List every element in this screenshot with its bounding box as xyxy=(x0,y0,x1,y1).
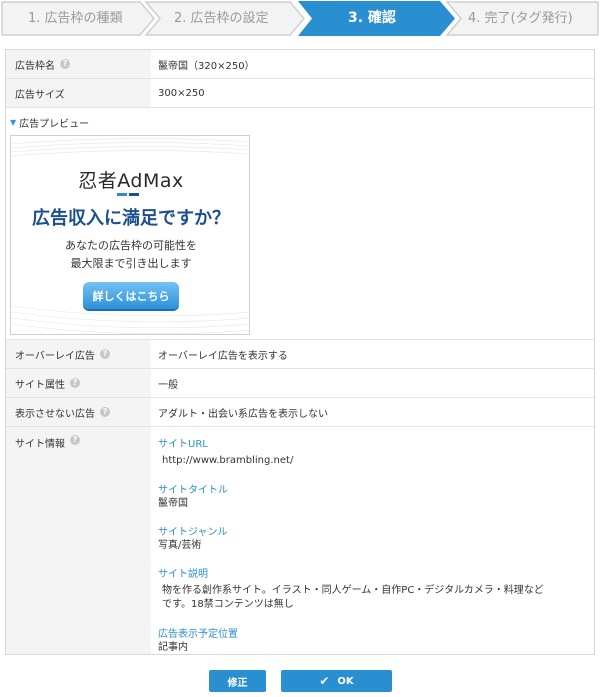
ad-size-label: 広告サイズ xyxy=(15,89,65,101)
site-attribute-value: 一般 xyxy=(158,379,178,391)
check-icon: ✔ xyxy=(319,674,330,688)
site-description-heading: サイト説明 xyxy=(158,569,208,580)
help-icon[interactable]: ? xyxy=(99,349,110,359)
site-url-heading: サイトURL xyxy=(158,439,208,450)
row-label: 広告サイズ xyxy=(6,79,151,107)
site-info-details: サイトURL http://www.brambling.net/ サイトタイトル… xyxy=(151,427,594,654)
row-label: 表示させない広告 ? xyxy=(6,398,151,426)
ad-frame-name-value: 鬣帝国（320×250） xyxy=(158,60,255,72)
logo-accent xyxy=(129,193,139,196)
site-description-value: 物を作る創作系サイト。イラスト・同人ゲーム・自作PC・デジタルカメラ・料理などで… xyxy=(162,585,544,610)
site-info-item: サイトタイトル 鬣帝国 xyxy=(158,481,594,511)
row-ad-preview: ▼ 広告プレビュー 忍者AdMax 広告収入に満足ですか？ あなたの広告枠の可能… xyxy=(6,108,594,340)
row-hidden-ads: 表示させない広告 ? アダルト・出会い系広告を表示しない xyxy=(6,398,594,427)
ad-size-value: 300×250 xyxy=(158,87,205,99)
ok-button-label: OK xyxy=(337,675,354,687)
step-2: 2. 広告枠の設定 xyxy=(174,11,269,26)
site-url-value: http://www.brambling.net/ xyxy=(162,455,294,466)
edit-button-label: 修正 xyxy=(227,677,248,689)
edit-button[interactable]: 修正 xyxy=(209,670,266,692)
ad-preview-banner[interactable]: 忍者AdMax 広告収入に満足ですか？ あなたの広告枠の可能性を 最大限まで引き… xyxy=(10,135,250,335)
hidden-ads-value: アダルト・出会い系広告を表示しない xyxy=(158,408,328,420)
ad-position-heading: 広告表示予定位置 xyxy=(158,629,238,640)
row-site-info: サイト情報 ? サイトURL http://www.brambling.net/… xyxy=(6,427,594,654)
help-icon[interactable]: ? xyxy=(70,435,80,445)
row-ad-frame-name: 広告枠名 ? 鬣帝国（320×250） xyxy=(6,50,594,79)
step-1: 1. 広告枠の種類 xyxy=(28,11,123,26)
row-site-attribute: サイト属性 ? 一般 xyxy=(6,369,594,398)
site-title-heading: サイトタイトル xyxy=(158,485,228,496)
step-3-current: 3. 確認 xyxy=(348,10,396,26)
step-4: 4. 完了(タグ発行) xyxy=(468,11,573,26)
confirmation-table: 広告枠名 ? 鬣帝国（320×250） 広告サイズ 300×250 ▼ 広告プレ… xyxy=(5,49,595,655)
overlay-label: オーバーレイ広告 xyxy=(15,350,95,362)
preview-toggle[interactable]: ▼ 広告プレビュー xyxy=(10,115,594,130)
overlay-value: オーバーレイ広告を表示する xyxy=(158,350,288,362)
row-label: サイト属性 ? xyxy=(6,369,151,397)
site-title-value: 鬣帝国 xyxy=(158,498,188,509)
ad-position-value: 記事内 xyxy=(158,642,188,653)
chevron-down-icon: ▼ xyxy=(10,118,17,127)
banner-headline: 広告収入に満足ですか？ xyxy=(32,208,230,229)
site-attribute-label: サイト属性 xyxy=(15,379,65,391)
help-icon[interactable]: ? xyxy=(100,407,110,417)
admax-logo: 忍者AdMax xyxy=(78,170,184,192)
site-info-item: サイトURL http://www.brambling.net/ xyxy=(158,435,594,468)
row-overlay: オーバーレイ広告 ? オーバーレイ広告を表示する xyxy=(6,340,594,369)
ad-frame-name-label: 広告枠名 xyxy=(15,60,55,72)
row-label: オーバーレイ広告 ? xyxy=(6,340,151,368)
help-icon[interactable]: ? xyxy=(70,378,80,388)
row-label: サイト情報 ? xyxy=(6,427,151,654)
banner-cta-button[interactable]: 詳しくはこちら xyxy=(83,282,179,309)
site-info-item: サイト説明 物を作る創作系サイト。イラスト・同人ゲーム・自作PC・デジタルカメラ… xyxy=(158,565,594,612)
hidden-ads-label: 表示させない広告 xyxy=(15,408,95,420)
site-info-item: 広告表示予定位置 記事内 xyxy=(158,625,594,655)
row-ad-size: 広告サイズ 300×250 xyxy=(6,79,594,108)
logo-accent xyxy=(117,193,127,196)
banner-subtext-2: 最大限まで引き出します xyxy=(70,257,192,270)
help-icon[interactable]: ? xyxy=(60,59,70,69)
banner-subtext-1: あなたの広告枠の可能性を xyxy=(65,239,197,252)
site-genre-heading: サイトジャンル xyxy=(158,527,228,538)
ok-button[interactable]: ✔ OK xyxy=(281,670,392,692)
ad-preview-label: 広告プレビュー xyxy=(19,119,90,130)
site-info-item: サイトジャンル 写真/芸術 xyxy=(158,523,594,553)
site-genre-value: 写真/芸術 xyxy=(158,540,202,551)
step-progress-bar: 1. 広告枠の種類 2. 広告枠の設定 3. 確認 4. 完了(タグ発行) xyxy=(0,0,600,37)
site-info-label: サイト情報 xyxy=(15,439,65,450)
row-label: 広告枠名 ? xyxy=(6,50,151,78)
